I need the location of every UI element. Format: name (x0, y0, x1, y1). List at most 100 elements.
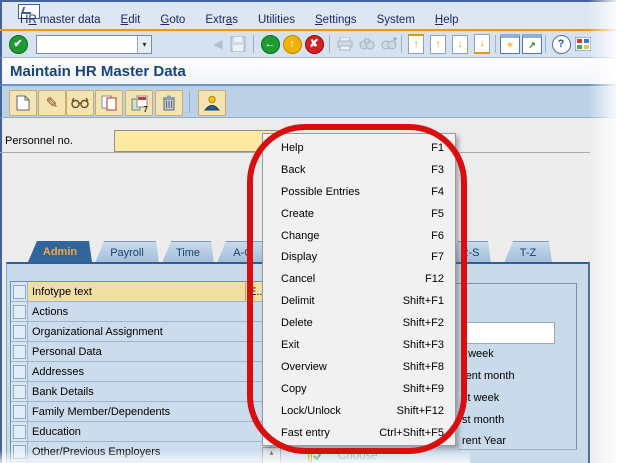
page-down-button[interactable]: ↓ (450, 34, 470, 54)
table-row[interactable]: Education (11, 422, 270, 442)
period-option-current-month[interactable]: rent month (462, 370, 515, 382)
exit-arrow-icon: ↑ (283, 35, 302, 54)
print-button (335, 34, 355, 54)
exit-button[interactable]: ↑ (282, 34, 302, 54)
person-photo-icon (203, 95, 221, 111)
menu-utilities[interactable]: Utilities (258, 14, 295, 26)
menu-settings[interactable]: Settings (315, 14, 357, 26)
table-row[interactable]: Bank Details (11, 382, 270, 402)
personnel-no-label: Personnel no. (5, 135, 73, 147)
table-header-row: Infotype text E.. (11, 282, 270, 302)
apptoolbar-separator (189, 91, 190, 113)
tab-payroll[interactable]: Payroll (95, 241, 159, 263)
menu-edit[interactable]: Edit (121, 14, 141, 26)
page-up-icon: ↑ (430, 35, 446, 54)
trash-icon (162, 95, 176, 111)
delete-button[interactable] (155, 90, 183, 116)
standard-toolbar: ✔ ▾ ◀ ← ↑ ✘ ↑ ↑ ↓ ↓ ✳ ↗ ? (0, 31, 616, 58)
toolbar-separator (545, 35, 546, 53)
create-shortcut-button[interactable]: ↗ (522, 34, 542, 54)
table-row[interactable]: Other/Previous Employers (11, 442, 270, 462)
menu-system[interactable]: System (377, 14, 415, 26)
create-button[interactable] (9, 90, 37, 116)
help-button[interactable]: ? (551, 34, 571, 54)
scroll-up-icon: ▴ (269, 448, 273, 457)
menu-bar: HR master data Edit Goto Extras Utilitie… (0, 0, 616, 29)
copy-pages-icon (101, 95, 117, 111)
menu-goto[interactable]: Goto (160, 14, 185, 26)
command-field[interactable]: ▾ (36, 35, 152, 54)
sap-window: HR master data Edit Goto Extras Utilitie… (0, 0, 630, 463)
row-selector[interactable] (11, 402, 28, 421)
cancel-button[interactable]: ✘ (304, 34, 324, 54)
shortcut-icon: ↗ (522, 34, 542, 54)
printer-icon (337, 37, 353, 51)
period-date-input[interactable] (465, 322, 555, 344)
select-all-cell[interactable] (11, 282, 28, 301)
copy-button[interactable] (95, 90, 123, 116)
back-button[interactable]: ← (260, 34, 280, 54)
personnel-no-input[interactable] (114, 130, 278, 152)
page-up-button[interactable]: ↑ (428, 34, 448, 54)
cancel-x-icon: ✘ (305, 35, 324, 54)
table-row[interactable]: Personal Data (11, 342, 270, 362)
back-arrow-icon: ← (261, 35, 280, 54)
period-option-current-year[interactable]: rent Year (462, 435, 506, 447)
period-groupbox-border (455, 283, 577, 284)
scroll-up-button[interactable]: ▴ (262, 447, 281, 463)
table-row[interactable]: Addresses (11, 362, 270, 382)
last-page-button[interactable]: ↓ (472, 34, 492, 54)
copy-periods-button[interactable]: 7 (125, 90, 153, 116)
find-button (357, 34, 377, 54)
table-row[interactable]: Family Member/Dependents (11, 402, 270, 422)
tab-admin[interactable]: Admin (28, 241, 92, 262)
menu-hr-master-data[interactable]: HR master data (20, 14, 101, 26)
new-session-button[interactable]: ✳ (500, 34, 520, 54)
period-groupbox-border (576, 283, 577, 450)
title-bar: Maintain HR Master Data (0, 58, 616, 86)
row-selector[interactable] (11, 342, 28, 361)
row-selector[interactable] (11, 422, 28, 441)
save-button (228, 34, 248, 54)
employee-photo-button[interactable] (198, 90, 226, 116)
row-selector[interactable] (11, 442, 28, 461)
application-toolbar: ✎ 7 (0, 86, 616, 118)
new-document-icon (16, 95, 30, 111)
table-row[interactable]: Actions (11, 302, 270, 322)
period-groupbox-border (458, 449, 577, 450)
page-title: Maintain HR Master Data (10, 63, 186, 80)
glasses-icon (71, 97, 89, 109)
period-option-last-week[interactable]: st week (462, 392, 499, 404)
first-page-icon: ↑ (408, 34, 424, 54)
toolbar-separator (329, 35, 330, 53)
save-diskette-icon (230, 36, 246, 52)
command-input[interactable] (37, 36, 137, 53)
infotype-table: Infotype text E.. Actions Organizational… (10, 281, 271, 462)
table-row[interactable]: Organizational Assignment (11, 322, 270, 342)
binoculars-plus-icon (381, 37, 397, 51)
row-selector[interactable] (11, 382, 28, 401)
toolbar-separator (253, 35, 254, 53)
customize-layout-button[interactable] (573, 34, 593, 54)
page-down-icon: ↓ (452, 35, 468, 54)
display-button[interactable] (66, 90, 94, 116)
toolbar-separator (495, 35, 496, 53)
tab-time[interactable]: Time (162, 241, 214, 263)
menu-extras[interactable]: Extras (205, 14, 238, 26)
binoculars-icon (359, 37, 375, 51)
change-button[interactable]: ✎ (38, 90, 66, 116)
command-dropdown-icon[interactable]: ▾ (137, 36, 151, 53)
menu-items: HR master data Edit Goto Extras Utilitie… (20, 14, 459, 26)
enter-button[interactable]: ✔ (8, 34, 28, 54)
customize-layout-icon (575, 37, 591, 51)
row-selector[interactable] (11, 322, 28, 341)
first-page-button[interactable]: ↑ (406, 34, 426, 54)
row-selector[interactable] (11, 302, 28, 321)
help-question-icon: ? (552, 35, 571, 54)
period-option-last-month[interactable]: st month (462, 414, 504, 426)
undo-icon: ◀ (208, 34, 228, 54)
enter-check-icon: ✔ (9, 35, 28, 54)
row-selector[interactable] (11, 362, 28, 381)
infotype-text-header[interactable]: Infotype text (28, 282, 246, 301)
menu-help[interactable]: Help (435, 14, 459, 26)
